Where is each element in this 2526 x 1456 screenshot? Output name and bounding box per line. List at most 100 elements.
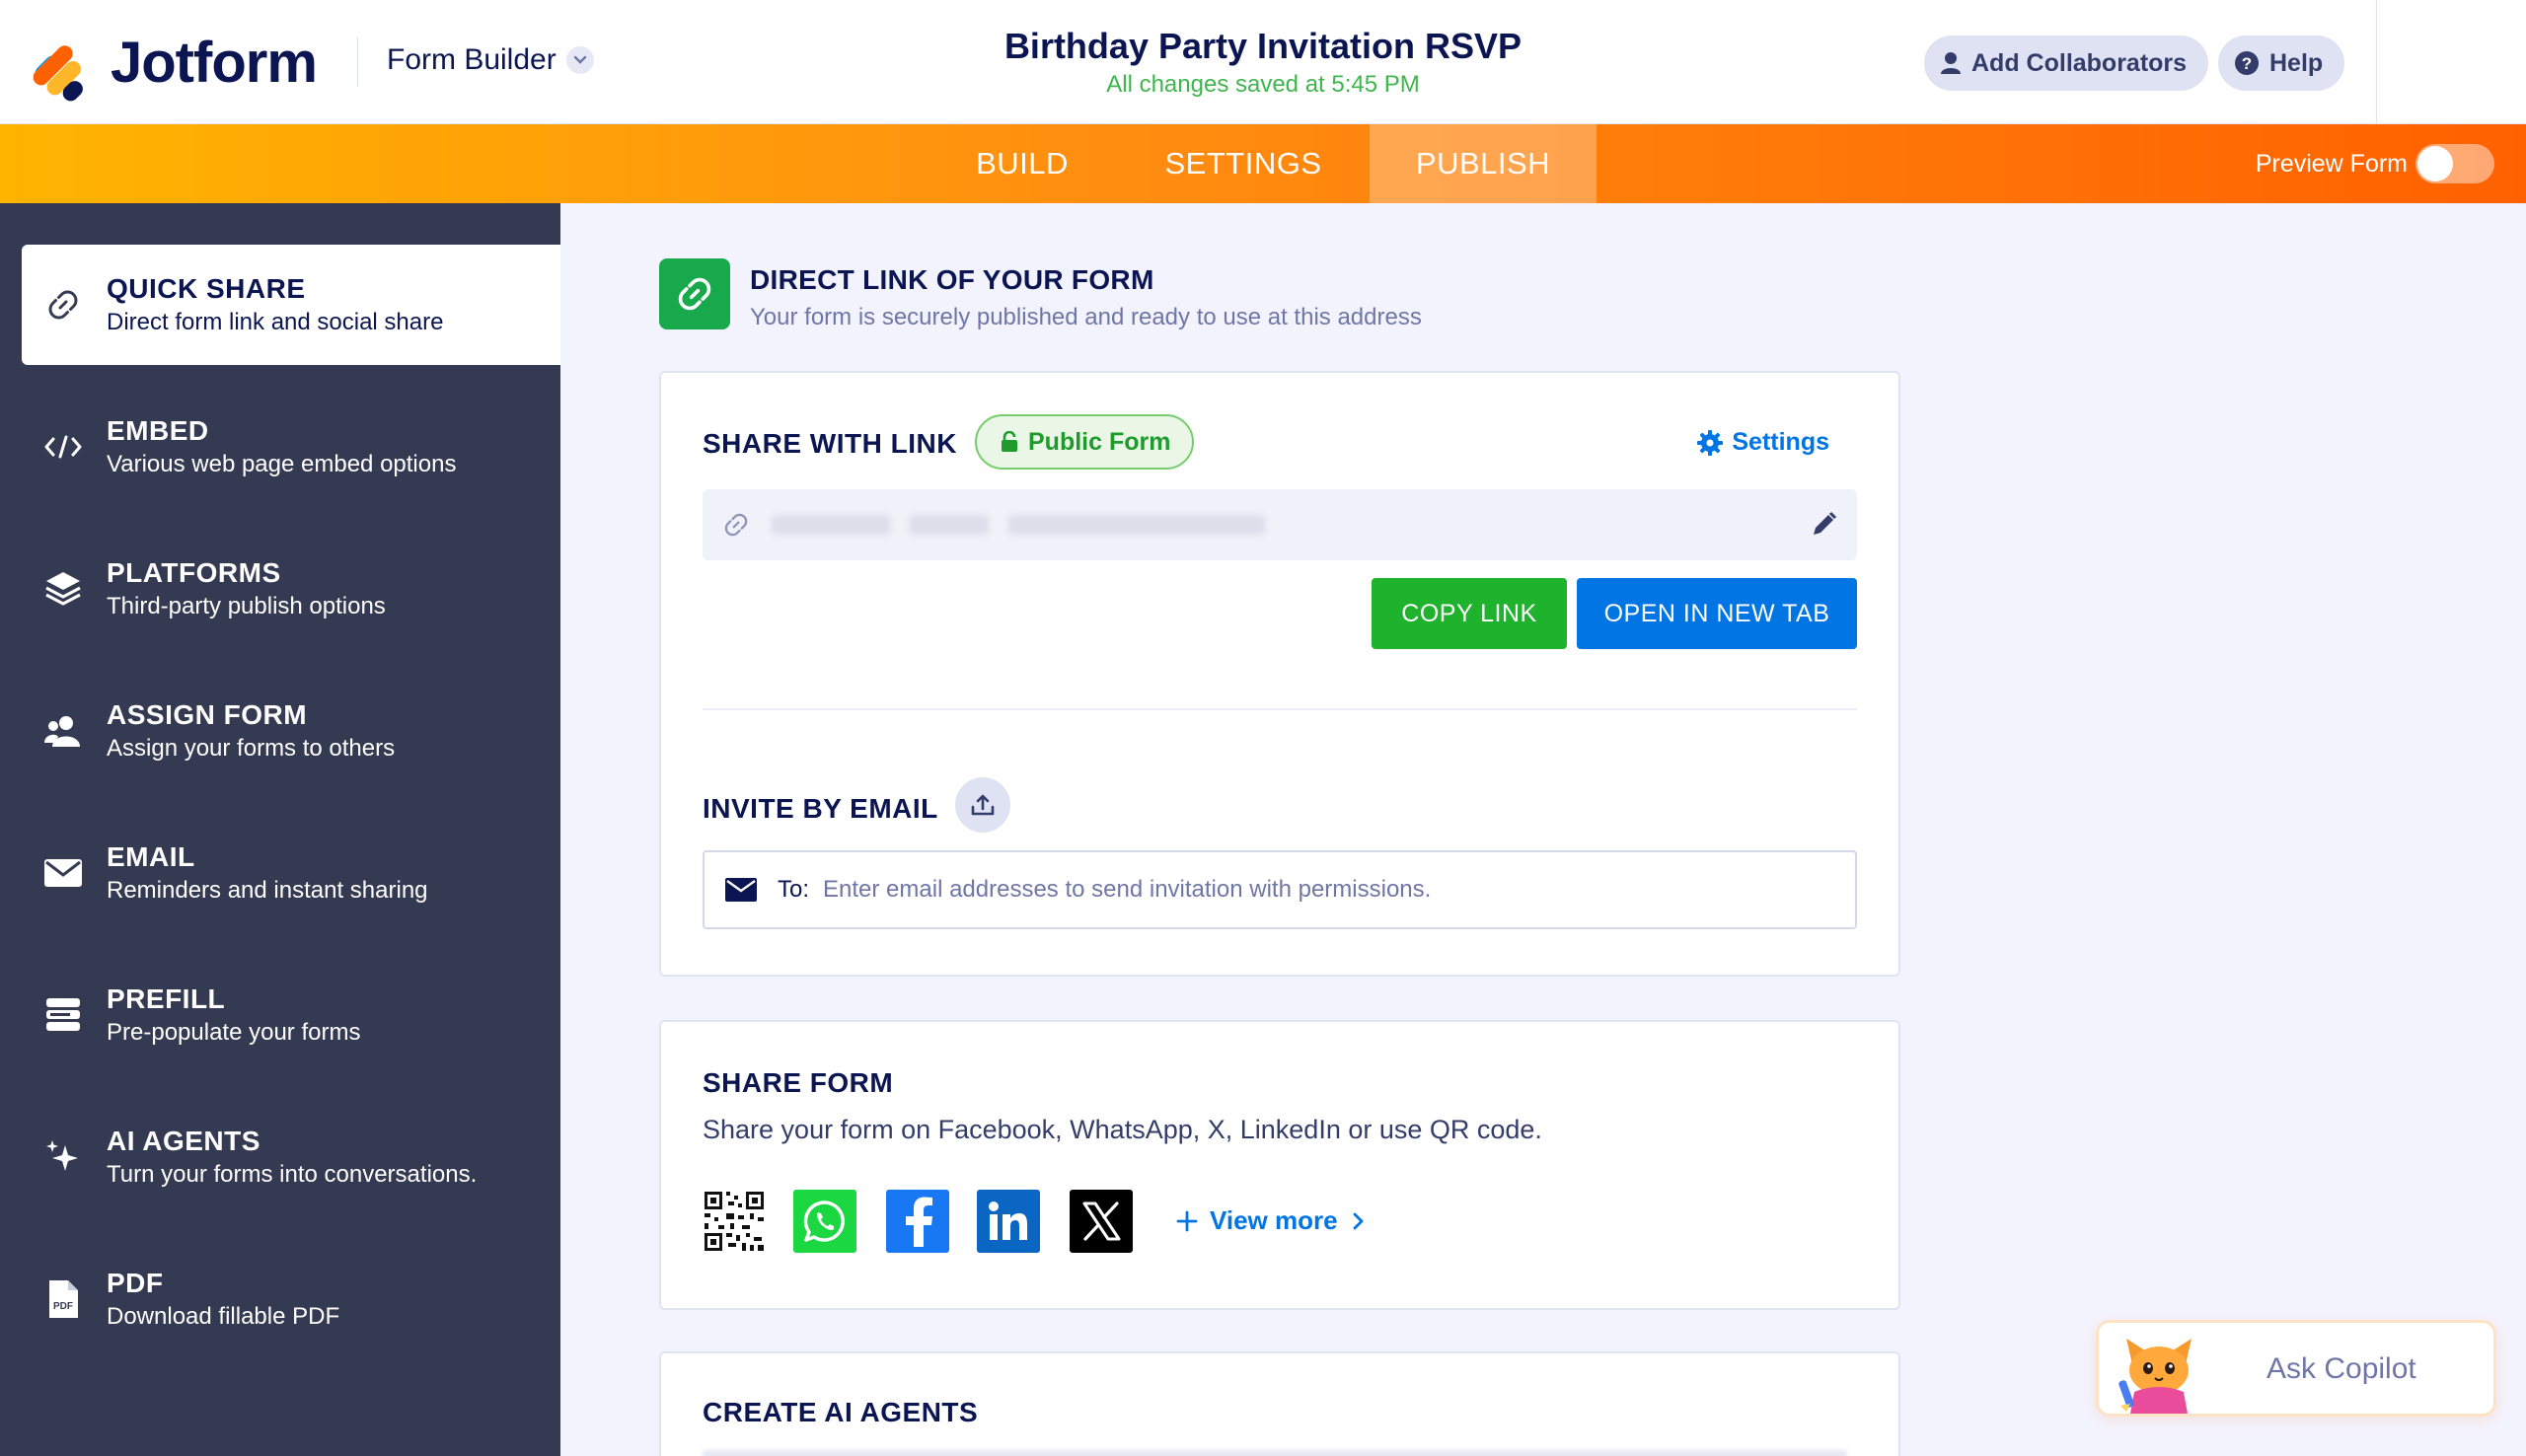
toggle-knob xyxy=(2417,146,2453,182)
chevron-down-icon xyxy=(565,46,594,74)
sidebar-item-embed[interactable]: EMBED Various web page embed options xyxy=(0,387,560,507)
sidebar-item-title: PLATFORMS xyxy=(107,557,281,588)
svg-text:?: ? xyxy=(2242,54,2252,73)
help-button[interactable]: ? Help xyxy=(2218,36,2345,91)
sidebar-item-title: PREFILL xyxy=(107,983,226,1014)
tab-settings[interactable]: SETTINGS xyxy=(1135,124,1352,203)
add-collaborators-label: Add Collaborators xyxy=(1971,48,2188,77)
create-ai-agents-card: CREATE AI AGENTS xyxy=(659,1351,1900,1456)
sidebar-item-platforms[interactable]: PLATFORMS Third-party publish options xyxy=(0,529,560,649)
invite-by-email-label: INVITE BY EMAIL xyxy=(703,793,938,824)
help-icon: ? xyxy=(2234,50,2260,76)
cut-off-description xyxy=(703,1450,1847,1456)
open-in-new-tab-button[interactable]: OPEN IN NEW TAB xyxy=(1577,578,1857,649)
whatsapp-icon[interactable] xyxy=(793,1190,856,1253)
sidebar-item-email[interactable]: EMAIL Reminders and instant sharing xyxy=(0,813,560,933)
sidebar-item-subtitle: Third-party publish options xyxy=(107,593,386,619)
sidebar-item-ai-agents[interactable]: AI AGENTS Turn your forms into conversat… xyxy=(0,1097,560,1217)
linkedin-icon[interactable] xyxy=(977,1190,1040,1253)
share-form-description: Share your form on Facebook, WhatsApp, X… xyxy=(703,1115,1542,1144)
header-divider xyxy=(2376,0,2377,124)
sidebar-item-title: PDF xyxy=(107,1268,164,1298)
link-icon xyxy=(722,511,750,544)
ask-copilot-button[interactable]: Ask Copilot xyxy=(2096,1320,2496,1417)
sidebar-item-title: ASSIGN FORM xyxy=(107,699,308,730)
gear-icon xyxy=(1696,429,1724,457)
sidebar-item-subtitle: Direct form link and social share xyxy=(107,309,444,335)
x-icon[interactable] xyxy=(1070,1190,1133,1253)
ask-copilot-label: Ask Copilot xyxy=(2266,1352,2416,1385)
view-more-label: View more xyxy=(1210,1205,1338,1235)
sidebar-item-prefill[interactable]: PREFILL Pre-populate your forms xyxy=(0,955,560,1075)
upload-button[interactable] xyxy=(955,777,1010,833)
facebook-icon[interactable] xyxy=(886,1190,949,1253)
save-status: All changes saved at 5:45 PM xyxy=(1106,71,1420,98)
sidebar-item-subtitle: Pre-populate your forms xyxy=(107,1019,361,1046)
sidebar-item-subtitle: Turn your forms into conversations. xyxy=(107,1161,478,1188)
direct-link-header: DIRECT LINK OF YOUR FORM Your form is se… xyxy=(659,258,1422,331)
code-icon xyxy=(32,432,95,462)
copilot-cat-avatar-icon xyxy=(2117,1331,2201,1419)
tab-build[interactable]: BUILD xyxy=(947,124,1097,203)
sidebar-item-title: EMAIL xyxy=(107,841,195,872)
create-ai-agents-label: CREATE AI AGENTS xyxy=(703,1397,979,1427)
view-more-link[interactable]: View more xyxy=(1176,1205,1366,1236)
link-icon xyxy=(659,258,730,329)
header-separator xyxy=(357,37,358,87)
email-to-label: To: xyxy=(778,876,810,903)
prefill-icon xyxy=(32,996,95,1034)
sidebar-item-title: QUICK SHARE xyxy=(107,273,306,304)
direct-link-title: DIRECT LINK OF YOUR FORM xyxy=(750,264,1154,295)
publish-sidebar: QUICK SHARE Direct form link and social … xyxy=(0,203,560,1456)
form-title[interactable]: Birthday Party Invitation RSVP xyxy=(868,26,1658,67)
public-form-label: Public Form xyxy=(1028,427,1171,456)
add-collaborators-button[interactable]: Add Collaborators xyxy=(1924,36,2209,91)
share-form-card: SHARE FORM Share your form on Facebook, … xyxy=(659,1020,1900,1310)
jotform-logo[interactable]: Jotform xyxy=(30,30,318,105)
sidebar-item-subtitle: Download fillable PDF xyxy=(107,1303,340,1330)
upload-icon xyxy=(971,794,995,816)
chevron-right-icon xyxy=(1353,1212,1363,1229)
user-icon xyxy=(1940,51,1962,75)
share-form-label: SHARE FORM xyxy=(703,1067,894,1098)
form-title-area: Birthday Party Invitation RSVP All chang… xyxy=(868,26,1658,99)
link-icon xyxy=(32,287,95,323)
public-form-badge[interactable]: Public Form xyxy=(975,414,1195,470)
qr-code-icon[interactable] xyxy=(703,1190,766,1253)
sidebar-item-pdf[interactable]: PDF PDF Download fillable PDF xyxy=(0,1239,560,1359)
form-builder-label: Form Builder xyxy=(387,43,557,76)
edit-url-icon[interactable] xyxy=(1808,509,1839,546)
envelope-icon xyxy=(724,877,758,903)
copy-link-button[interactable]: COPY LINK xyxy=(1372,578,1567,649)
email-input[interactable] xyxy=(823,876,1791,904)
top-header: Jotform Form Builder Birthday Party Invi… xyxy=(0,0,2526,124)
tab-publish[interactable]: PUBLISH xyxy=(1370,124,1597,203)
direct-link-subtitle: Your form is securely published and read… xyxy=(750,304,1422,330)
sidebar-item-subtitle: Reminders and instant sharing xyxy=(107,877,428,904)
invite-email-field[interactable]: To: xyxy=(703,850,1857,929)
form-url-field[interactable] xyxy=(703,489,1857,560)
form-builder-dropdown[interactable]: Form Builder xyxy=(387,43,594,77)
sparkle-icon xyxy=(32,1137,95,1177)
logo-text: Jotform xyxy=(111,31,318,95)
pdf-icon: PDF xyxy=(32,1278,95,1320)
main-nav-bar: BUILD SETTINGS PUBLISH Preview Form xyxy=(0,124,2526,203)
sidebar-item-assign-form[interactable]: ASSIGN FORM Assign your forms to others xyxy=(0,671,560,791)
sidebar-item-subtitle: Assign your forms to others xyxy=(107,735,396,762)
sidebar-item-quick-share[interactable]: QUICK SHARE Direct form link and social … xyxy=(22,245,560,365)
sidebar-item-subtitle: Various web page embed options xyxy=(107,451,457,477)
users-icon xyxy=(32,713,95,749)
help-label: Help xyxy=(2269,48,2324,77)
envelope-icon xyxy=(32,857,95,889)
preview-form-label: Preview Form xyxy=(2255,149,2408,178)
share-with-link-label: SHARE WITH LINK xyxy=(703,428,957,459)
link-settings-button[interactable]: Settings xyxy=(1696,428,1829,457)
settings-label: Settings xyxy=(1732,428,1829,456)
sidebar-item-title: EMBED xyxy=(107,415,209,446)
layers-icon xyxy=(32,569,95,609)
share-link-card: SHARE WITH LINK Public Form Settings COP… xyxy=(659,371,1900,977)
lock-icon xyxy=(1001,431,1018,453)
plus-icon xyxy=(1176,1210,1198,1231)
card-divider xyxy=(703,708,1857,710)
preview-form-toggle[interactable] xyxy=(2415,144,2494,183)
